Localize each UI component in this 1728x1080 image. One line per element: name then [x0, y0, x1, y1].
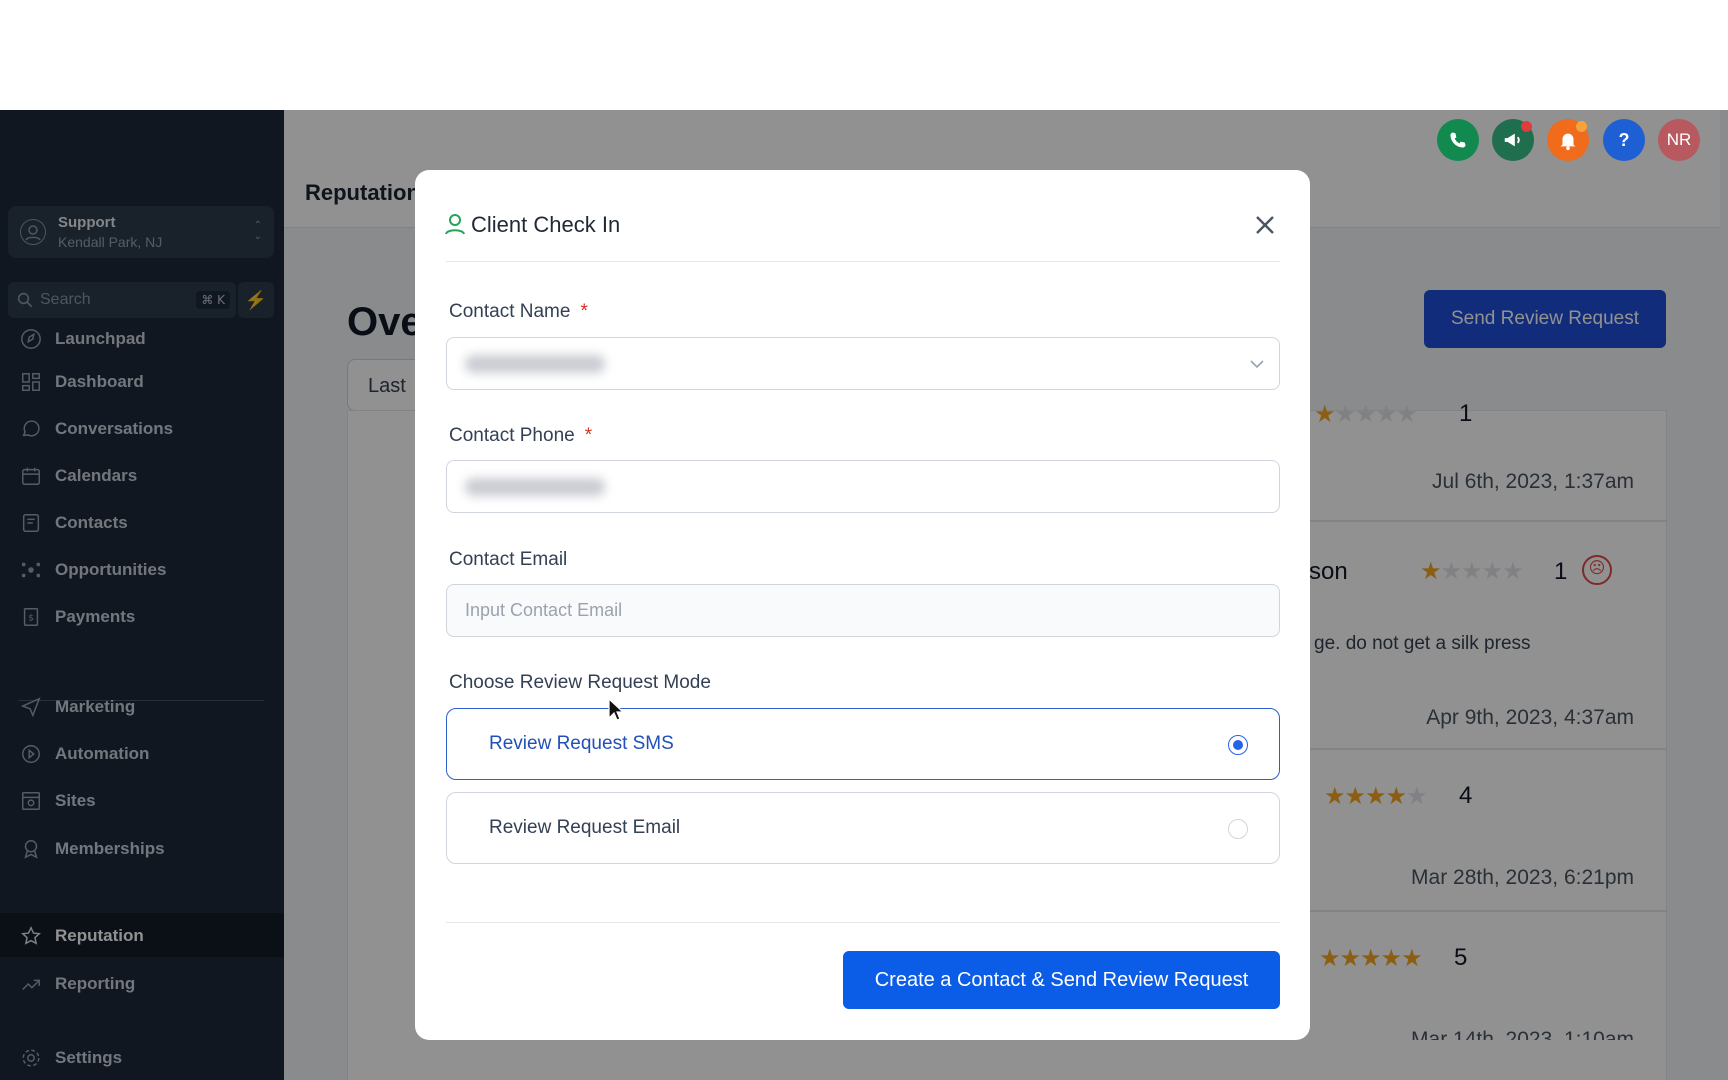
modal-title: Client Check In — [445, 212, 620, 241]
megaphone-icon[interactable] — [1492, 119, 1534, 161]
help-icon[interactable]: ? — [1603, 119, 1645, 161]
review-mode-label: Choose Review Request Mode — [449, 672, 711, 693]
cursor-icon — [608, 697, 625, 727]
review-request-email-option[interactable]: Review Request Email — [446, 792, 1280, 864]
bell-icon[interactable] — [1547, 119, 1589, 161]
modal-footer-divider — [446, 922, 1280, 923]
close-icon[interactable] — [1252, 212, 1278, 238]
phone-icon[interactable] — [1437, 119, 1479, 161]
sms-radio[interactable] — [1228, 735, 1248, 755]
contact-email-label: Contact Email — [449, 549, 568, 570]
user-icon — [445, 213, 465, 241]
contact-email-field[interactable] — [446, 584, 1280, 637]
modal-header-divider — [446, 261, 1280, 262]
avatar[interactable]: NR — [1658, 119, 1700, 161]
contact-name-label: Contact Name * — [449, 301, 588, 322]
option-label: Review Request SMS — [489, 733, 674, 754]
review-request-sms-option[interactable]: Review Request SMS — [446, 708, 1280, 780]
contact-name-select[interactable] — [446, 337, 1280, 390]
redacted-value — [465, 355, 605, 373]
top-blank-area — [0, 0, 1728, 110]
notification-dot — [1576, 121, 1587, 132]
client-check-in-modal: Client Check In Contact Name * Contact Ph… — [415, 170, 1310, 1040]
chevron-down-icon — [1249, 356, 1265, 377]
create-contact-send-review-button[interactable]: Create a Contact & Send Review Request — [843, 951, 1280, 1009]
email-radio[interactable] — [1228, 819, 1248, 839]
contact-phone-label: Contact Phone * — [449, 425, 593, 446]
option-label: Review Request Email — [489, 817, 681, 838]
redacted-value — [465, 478, 605, 496]
modal-title-text: Client Check In — [471, 212, 621, 237]
contact-phone-field[interactable] — [446, 460, 1280, 513]
notification-dot — [1521, 121, 1532, 132]
contact-email-input[interactable] — [447, 585, 1279, 636]
